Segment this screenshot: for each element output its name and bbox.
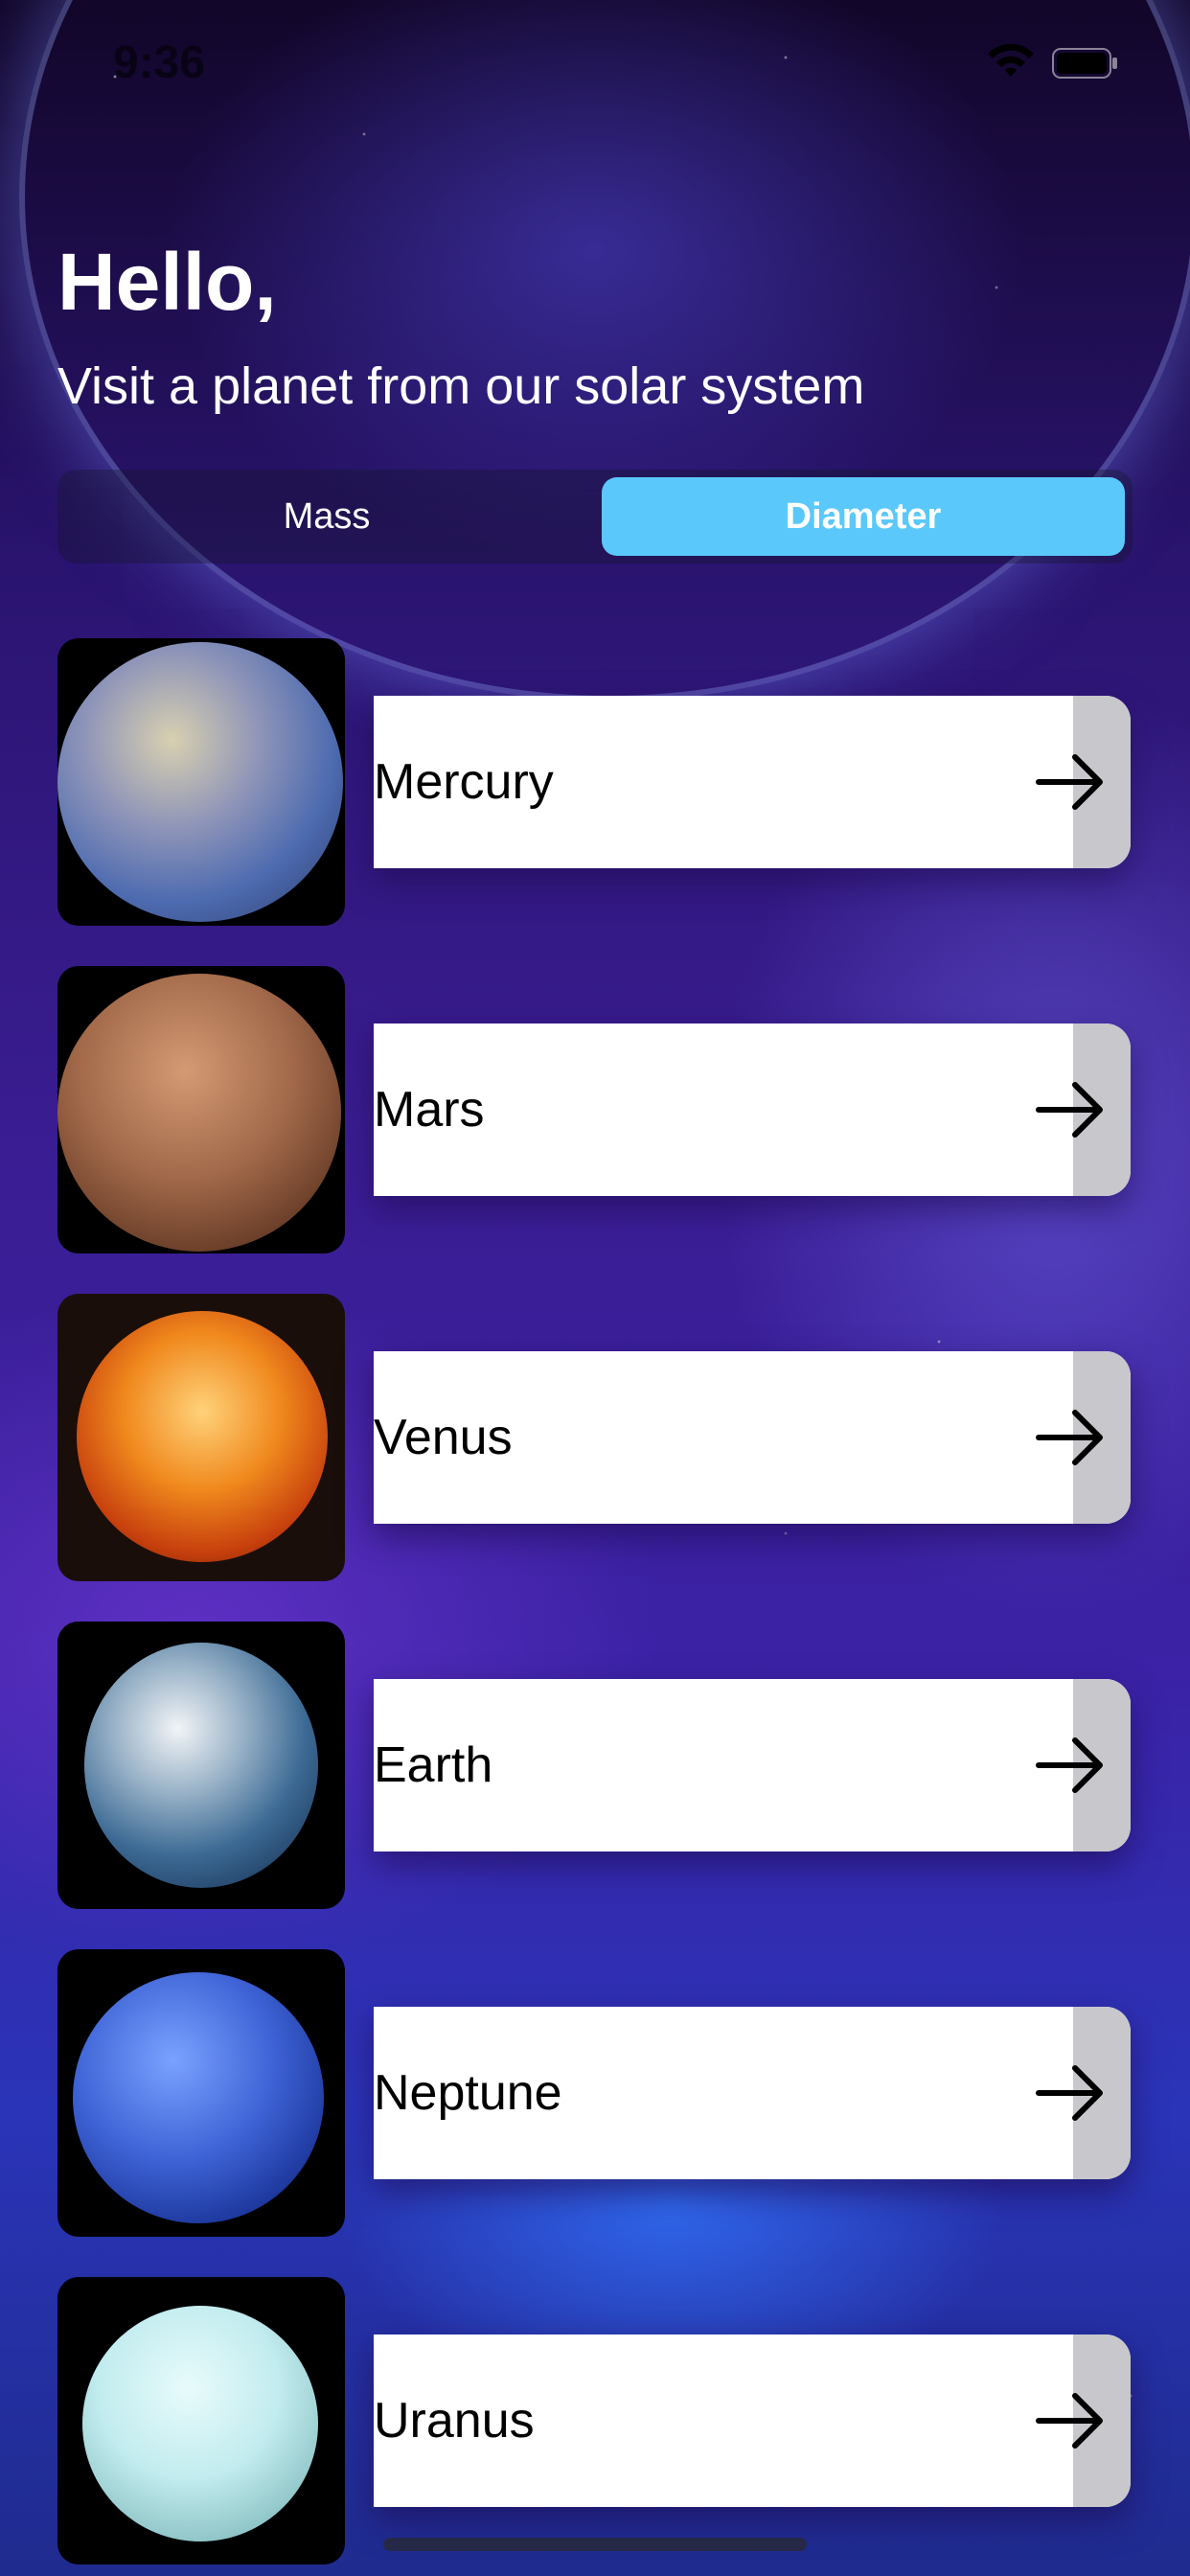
segment-diameter[interactable]: Diameter xyxy=(602,477,1125,556)
battery-icon xyxy=(1052,48,1117,79)
planet-name: Uranus xyxy=(374,2393,535,2449)
planet-name: Venus xyxy=(374,1410,513,1465)
arrow-right-icon xyxy=(1036,1737,1103,1793)
planet-image xyxy=(57,638,345,926)
planet-row-earth[interactable]: Earth xyxy=(57,1622,1133,1909)
planet-row-neptune[interactable]: Neptune xyxy=(57,1949,1133,2237)
arrow-right-icon xyxy=(1036,1082,1103,1138)
sort-segmented-control[interactable]: Mass Diameter xyxy=(57,470,1133,564)
planet-row-mars[interactable]: Mars xyxy=(57,966,1133,1254)
planet-name: Mars xyxy=(374,1082,485,1138)
planet-card[interactable]: Venus xyxy=(374,1351,1131,1524)
planet-image xyxy=(57,966,345,1254)
planet-name: Earth xyxy=(374,1737,493,1793)
arrow-right-icon xyxy=(1036,2065,1103,2121)
planet-card[interactable]: Uranus xyxy=(374,2334,1131,2507)
planet-card[interactable]: Neptune xyxy=(374,2007,1131,2179)
planet-image xyxy=(57,1949,345,2237)
planet-card[interactable]: Mars xyxy=(374,1024,1131,1196)
status-time: 9:36 xyxy=(113,37,206,88)
planet-row-venus[interactable]: Venus xyxy=(57,1294,1133,1581)
planet-image xyxy=(57,1294,345,1581)
segment-mass[interactable]: Mass xyxy=(65,477,588,556)
subtitle: Visit a planet from our solar system xyxy=(57,357,865,415)
planet-row-mercury[interactable]: Mercury xyxy=(57,638,1133,926)
home-indicator[interactable] xyxy=(383,2538,807,2551)
arrow-right-icon xyxy=(1036,1410,1103,1465)
arrow-right-icon xyxy=(1036,754,1103,810)
planet-row-uranus[interactable]: Uranus xyxy=(57,2277,1133,2564)
status-bar: 9:36 xyxy=(0,0,1190,134)
wifi-icon xyxy=(988,43,1034,77)
planet-image xyxy=(57,1622,345,1909)
greeting-heading: Hello, xyxy=(57,237,277,327)
arrow-right-icon xyxy=(1036,2393,1103,2449)
planet-name: Neptune xyxy=(374,2065,562,2121)
planet-card[interactable]: Earth xyxy=(374,1679,1131,1852)
planet-card[interactable]: Mercury xyxy=(374,696,1131,868)
planet-name: Mercury xyxy=(374,754,554,810)
planet-image xyxy=(57,2277,345,2564)
